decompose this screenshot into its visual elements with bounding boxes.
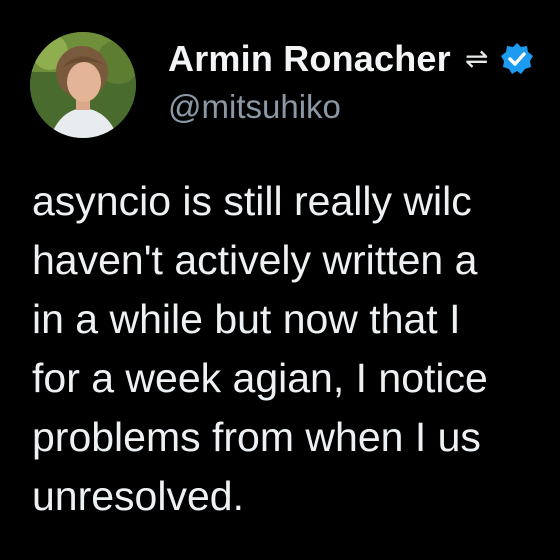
author-handle[interactable]: @mitsuhiko [168, 88, 341, 126]
avatar-photo [30, 32, 136, 138]
tweet-card: Armin Ronacher ⇌ @mitsuhiko asyncio is s… [0, 0, 560, 560]
tweet-text: asyncio is still really wilc haven't act… [32, 172, 560, 526]
verified-check-icon [500, 42, 534, 76]
tweet-text-line: unresolved. [32, 473, 244, 519]
tweet-text-line: in a while but now that I [32, 296, 461, 342]
arrows-exchange-icon: ⇌ [464, 43, 489, 74]
tweet-text-line: haven't actively written a [32, 237, 478, 283]
tweet-text-line: for a week agian, I notice [32, 355, 488, 401]
author-name-row: Armin Ronacher ⇌ [168, 38, 534, 80]
tweet-text-line: asyncio is still really wilc [32, 178, 472, 224]
author-display-name[interactable]: Armin Ronacher [168, 38, 451, 80]
tweet-text-line: problems from when I us [32, 414, 481, 460]
avatar[interactable] [30, 32, 136, 138]
